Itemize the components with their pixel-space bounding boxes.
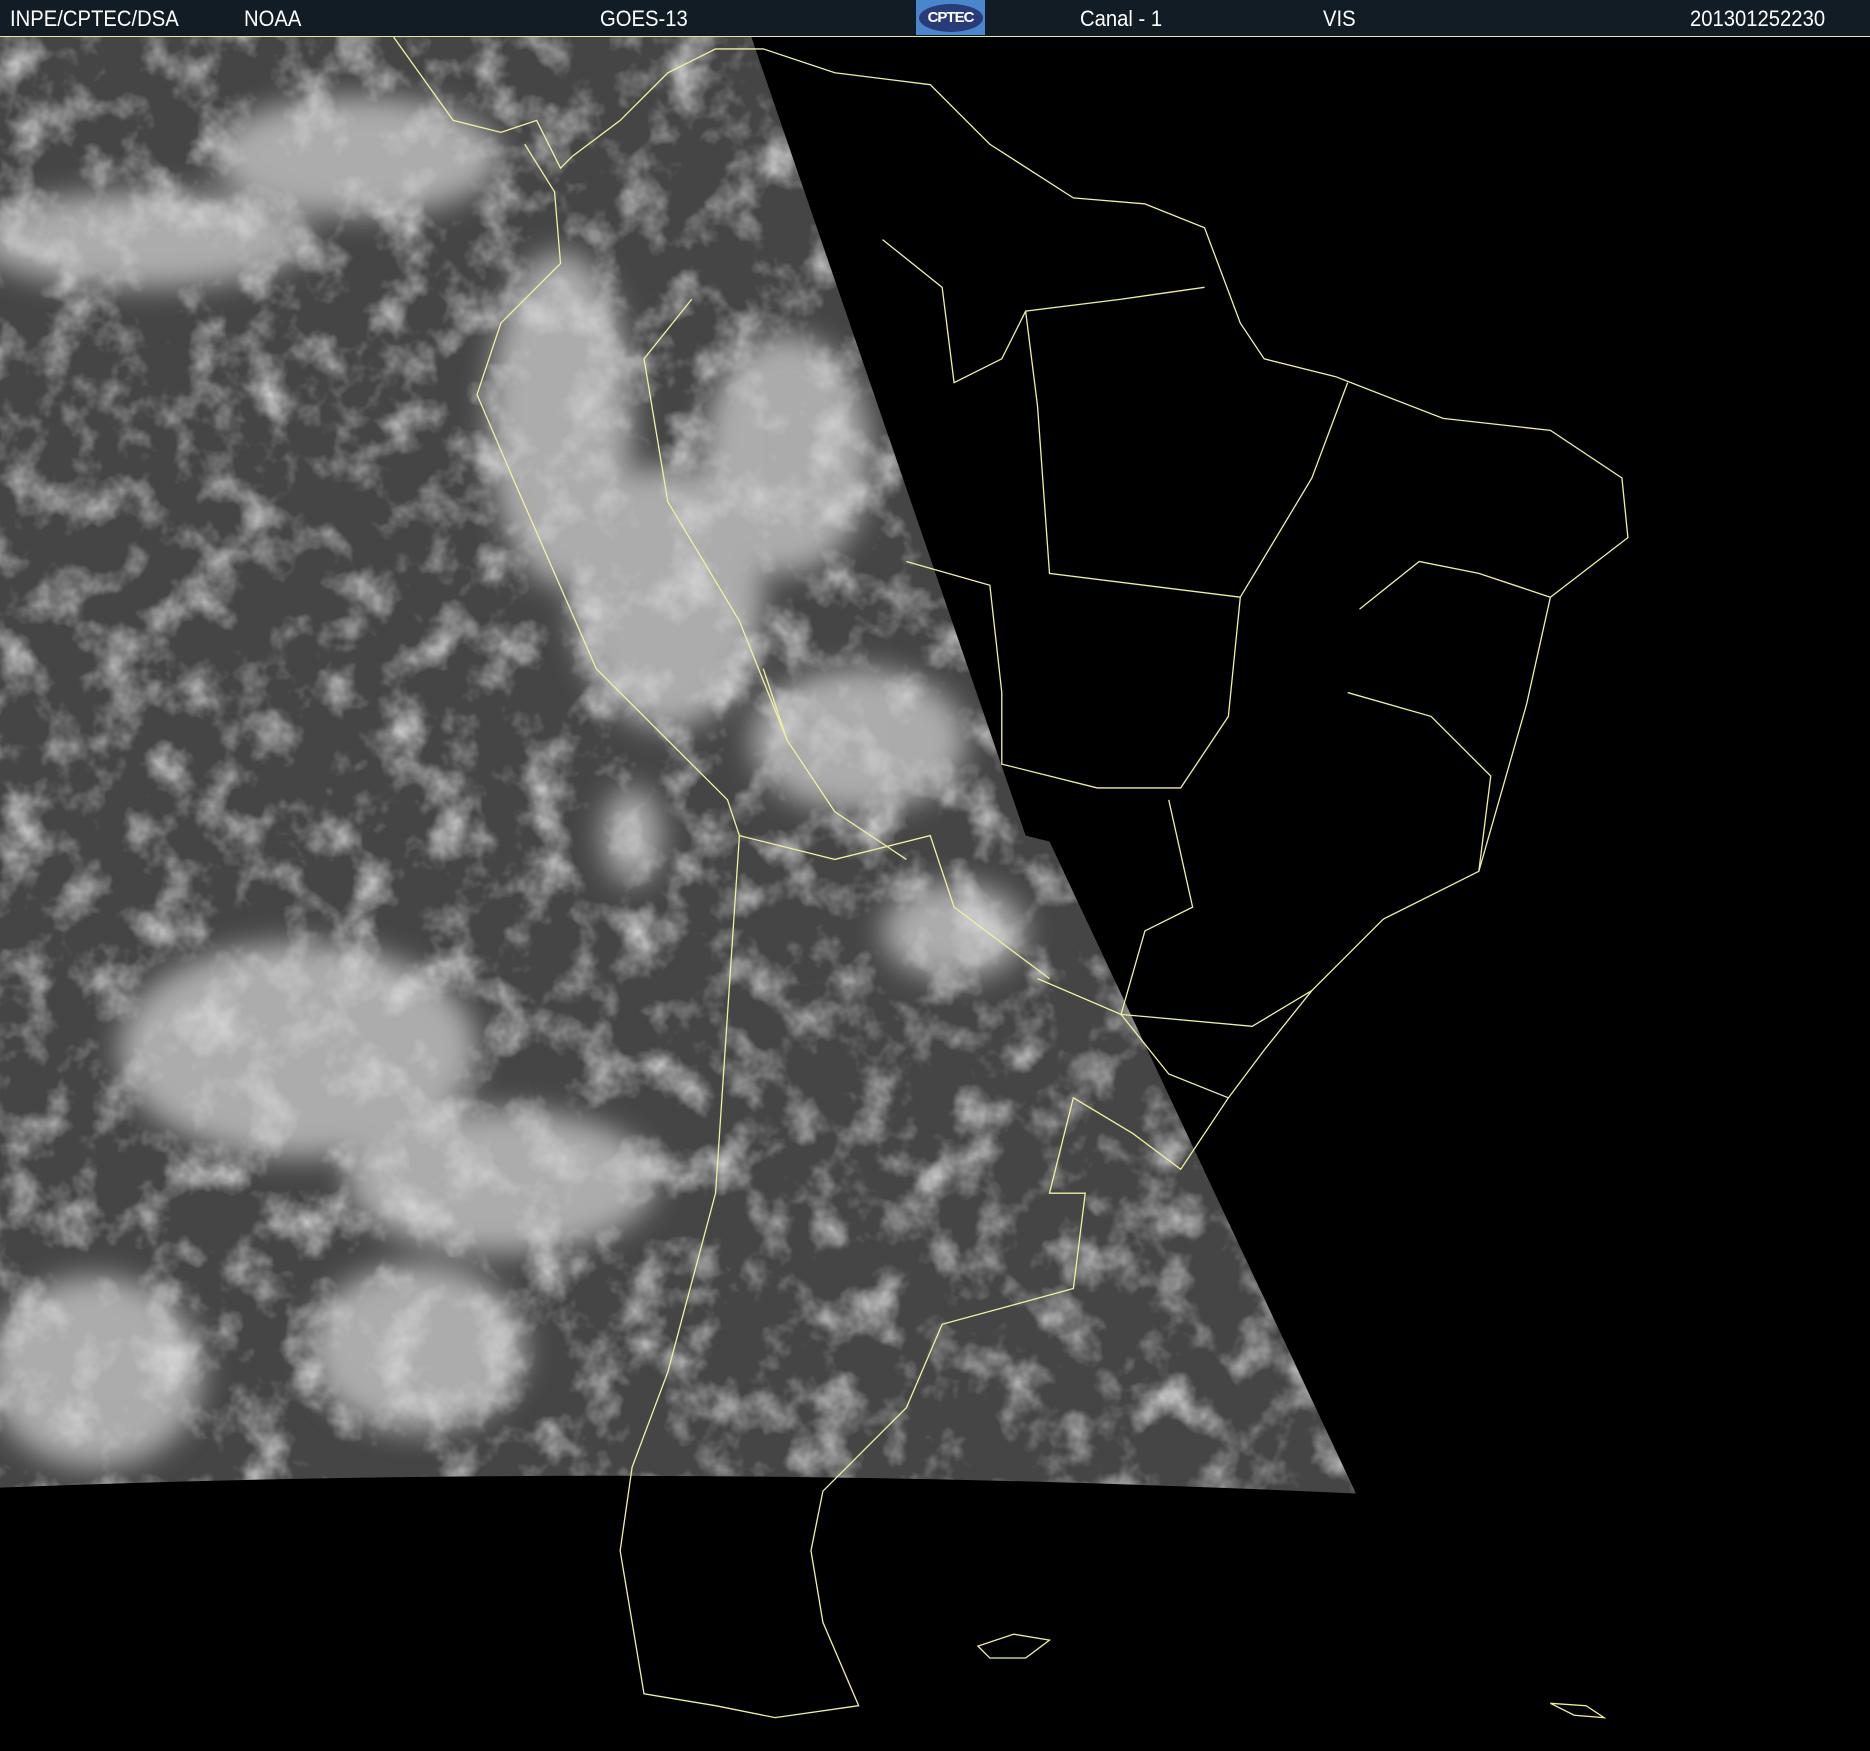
- band-label: VIS: [1323, 6, 1356, 31]
- timestamp-label: 201301252230: [1690, 6, 1826, 31]
- header-bar: INPE/CPTEC/DSA NOAA GOES-13 CPTEC Canal …: [0, 0, 1870, 36]
- cptec-logo: CPTEC: [916, 0, 985, 35]
- source-label: NOAA: [244, 6, 302, 31]
- channel-label: Canal - 1: [1080, 6, 1163, 31]
- satellite-label: GOES-13: [600, 6, 688, 31]
- agency-label: INPE/CPTEC/DSA: [10, 6, 179, 31]
- satellite-image: [0, 36, 1870, 1751]
